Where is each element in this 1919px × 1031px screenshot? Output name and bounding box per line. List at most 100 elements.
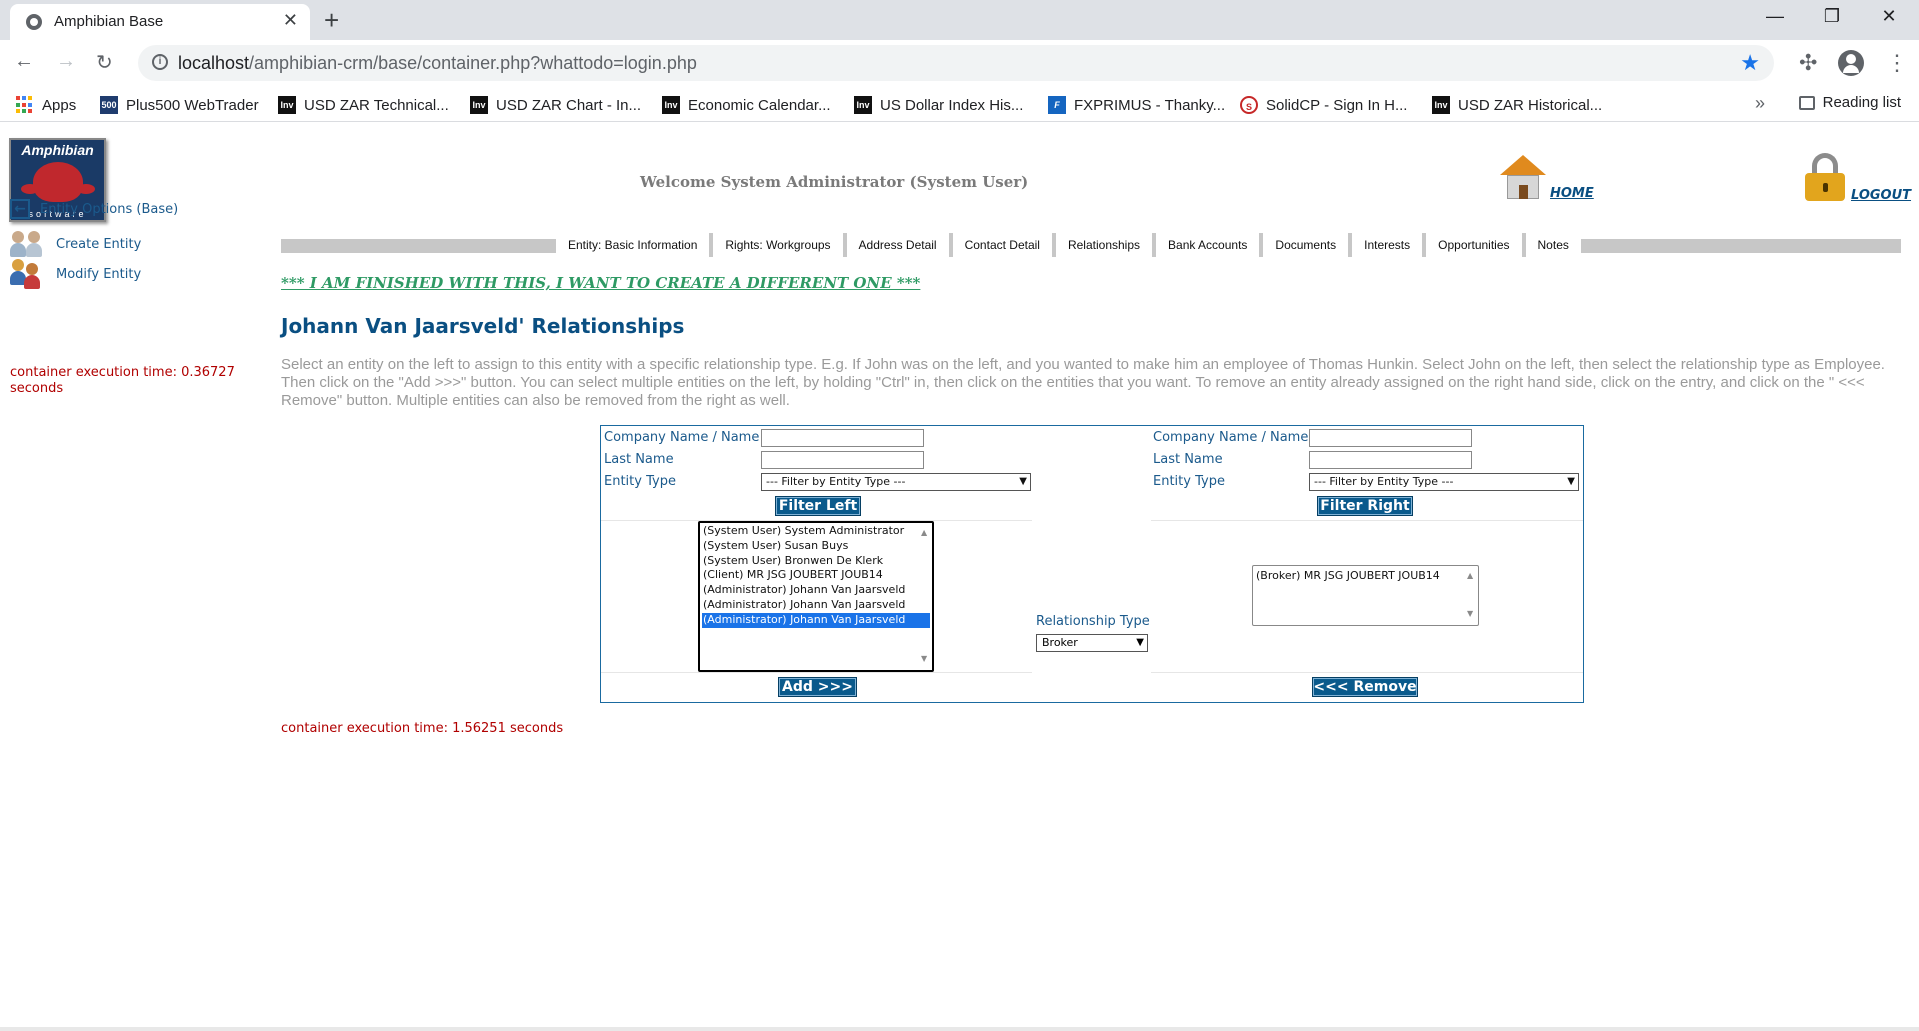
browser-tab-strip: Amphibian Base ✕ + — ❐ ✕ — [0, 0, 1919, 40]
left-entity-type-value: --- Filter by Entity Type --- — [766, 475, 906, 488]
minimize-icon[interactable]: — — [1755, 6, 1795, 27]
investing-icon: Inv — [470, 96, 488, 114]
new-tab-icon[interactable]: + — [324, 5, 339, 36]
bookmark-plus500[interactable]: 500 Plus500 WebTrader — [100, 94, 259, 116]
left-lastname-label: Last Name — [604, 452, 674, 467]
filter-right-button[interactable]: Filter Right — [1317, 496, 1413, 516]
profile-icon[interactable] — [1838, 50, 1864, 76]
list-item[interactable]: (System User) System Administrator — [702, 524, 930, 539]
fxprimus-icon: F — [1048, 96, 1066, 114]
right-company-input[interactable] — [1309, 429, 1472, 447]
reading-list-button[interactable]: Reading list — [1798, 94, 1901, 111]
reading-list-label: Reading list — [1822, 94, 1901, 111]
logout-link[interactable]: LOGOUT — [1851, 188, 1911, 203]
menu-label: Modify Entity — [56, 266, 142, 282]
back-icon[interactable]: ← — [14, 50, 34, 73]
home-icon — [1500, 155, 1546, 201]
relationship-type-value: Broker — [1042, 636, 1078, 649]
logout-button[interactable]: LOGOUT — [1803, 153, 1911, 203]
frog-icon — [21, 162, 95, 202]
tab-relationships[interactable]: Relationships — [1056, 233, 1157, 257]
reload-icon[interactable]: ↻ — [96, 50, 113, 75]
bookmark-fxprimus[interactable]: F FXPRIMUS - Thanky... — [1048, 94, 1225, 116]
list-item-selected[interactable]: (Administrator) Johann Van Jaarsveld — [702, 612, 930, 628]
url-text[interactable]: localhost/amphibian-crm/base/container.p… — [178, 53, 697, 74]
list-item[interactable]: (System User) Bronwen De Klerk — [702, 554, 930, 569]
scroll-up-icon[interactable]: ▲ — [1467, 569, 1473, 584]
bookmark-usdzar-technical[interactable]: Inv USD ZAR Technical... — [278, 94, 449, 116]
bookmark-usdzar-chart[interactable]: Inv USD ZAR Chart - In... — [470, 94, 641, 116]
people-edit-icon — [10, 259, 46, 289]
site-info-icon[interactable]: i — [152, 54, 168, 70]
tab-bank-accounts[interactable]: Bank Accounts — [1156, 233, 1264, 257]
tab-documents[interactable]: Documents — [1263, 233, 1353, 257]
investing-icon: Inv — [662, 96, 680, 114]
menu-create-entity[interactable]: Create Entity — [10, 229, 141, 259]
listbox-scrollbar[interactable]: ▲ ▼ — [919, 524, 931, 669]
bookmark-label: Economic Calendar... — [688, 96, 831, 114]
tab-notes[interactable]: Notes — [1526, 233, 1581, 257]
tab-address-detail[interactable]: Address Detail — [847, 233, 953, 257]
tab-basic-information[interactable]: Entity: Basic Information — [556, 233, 714, 257]
list-item[interactable]: (System User) Susan Buys — [702, 539, 930, 554]
bookmark-star-icon[interactable]: ★ — [1740, 50, 1760, 76]
tab-interests[interactable]: Interests — [1352, 233, 1427, 257]
bookmark-label: US Dollar Index His... — [880, 96, 1024, 114]
menu-entity-options[interactable]: ← Entity Options (Base) — [10, 199, 178, 219]
bookmark-usdzar-historical[interactable]: Inv USD ZAR Historical... — [1432, 94, 1602, 116]
home-link[interactable]: HOME — [1550, 186, 1594, 201]
list-item[interactable]: (Client) MR JSG JOUBERT JOUB14 — [702, 568, 930, 583]
available-entities-list[interactable]: (System User) System Administrator (Syst… — [698, 521, 934, 672]
apps-grid-icon — [16, 96, 34, 114]
menu-modify-entity[interactable]: Modify Entity — [10, 259, 141, 289]
list-item[interactable]: (Administrator) Johann Van Jaarsveld — [702, 598, 930, 613]
close-window-icon[interactable]: ✕ — [1869, 6, 1909, 27]
left-lastname-input[interactable] — [761, 451, 924, 469]
entity-tabs: Entity: Basic Information Rights: Workgr… — [556, 233, 1581, 257]
home-button[interactable]: HOME — [1500, 155, 1594, 201]
left-entity-type-select[interactable]: --- Filter by Entity Type --- ▼ — [761, 473, 1031, 491]
bookmark-apps[interactable]: Apps — [16, 94, 76, 116]
remove-button[interactable]: <<< Remove — [1312, 677, 1418, 697]
chevron-down-icon: ▼ — [1567, 476, 1575, 487]
add-button[interactable]: Add >>> — [778, 677, 857, 697]
window-bottom-edge — [0, 1027, 1919, 1031]
browser-tab[interactable]: Amphibian Base ✕ — [10, 4, 310, 40]
back-arrow-icon: ← — [10, 199, 30, 219]
list-item[interactable]: (Broker) MR JSG JOUBERT JOUB14 — [1255, 567, 1476, 584]
bookmark-economic-calendar[interactable]: Inv Economic Calendar... — [662, 94, 831, 116]
scroll-down-icon[interactable]: ▼ — [1467, 607, 1473, 622]
chevron-down-icon: ▼ — [1019, 476, 1027, 487]
address-bar[interactable]: i localhost/amphibian-crm/base/container… — [138, 45, 1774, 81]
list-item[interactable]: (Administrator) Johann Van Jaarsveld — [702, 583, 930, 598]
page-title: Johann Van Jaarsveld' Relationships — [281, 314, 685, 338]
forward-icon[interactable]: → — [56, 50, 76, 73]
relationship-type-select[interactable]: Broker ▼ — [1036, 634, 1148, 652]
scroll-down-icon[interactable]: ▼ — [921, 652, 927, 667]
left-company-input[interactable] — [761, 429, 924, 447]
bookmark-dollar-index[interactable]: Inv US Dollar Index His... — [854, 94, 1023, 116]
scroll-up-icon[interactable]: ▲ — [921, 526, 927, 541]
tab-title: Amphibian Base — [54, 13, 164, 30]
tab-opportunities[interactable]: Opportunities — [1426, 233, 1526, 257]
tab-contact-detail[interactable]: Contact Detail — [953, 233, 1056, 257]
bookmarks-bar: Apps 500 Plus500 WebTrader Inv USD ZAR T… — [0, 88, 1919, 122]
close-tab-icon[interactable]: ✕ — [283, 10, 298, 31]
right-entity-type-select[interactable]: --- Filter by Entity Type --- ▼ — [1309, 473, 1579, 491]
finished-link[interactable]: *** I AM FINISHED WITH THIS, I WANT TO C… — [281, 274, 920, 292]
filter-left-button[interactable]: Filter Left — [775, 496, 861, 516]
more-bookmarks-icon[interactable]: » — [1755, 93, 1765, 114]
plus500-icon: 500 — [100, 96, 118, 114]
menu-dots-icon[interactable]: ⋮ — [1886, 50, 1908, 76]
bookmark-label: USD ZAR Historical... — [1458, 96, 1603, 114]
bookmark-solidcp[interactable]: S SolidCP - Sign In H... — [1240, 94, 1407, 116]
restore-icon[interactable]: ❐ — [1812, 6, 1852, 27]
execution-time-left: container execution time: 0.36727 second… — [10, 365, 235, 396]
assigned-entities-list[interactable]: (Broker) MR JSG JOUBERT JOUB14 ▲ ▼ — [1252, 565, 1479, 626]
extensions-icon[interactable]: ✣ — [1799, 50, 1817, 76]
bookmark-label: Apps — [42, 96, 77, 114]
tab-rights-workgroups[interactable]: Rights: Workgroups — [713, 233, 847, 257]
right-lastname-input[interactable] — [1309, 451, 1472, 469]
listbox-scrollbar[interactable]: ▲ ▼ — [1465, 567, 1477, 624]
bookmark-label: SolidCP - Sign In H... — [1266, 96, 1408, 114]
